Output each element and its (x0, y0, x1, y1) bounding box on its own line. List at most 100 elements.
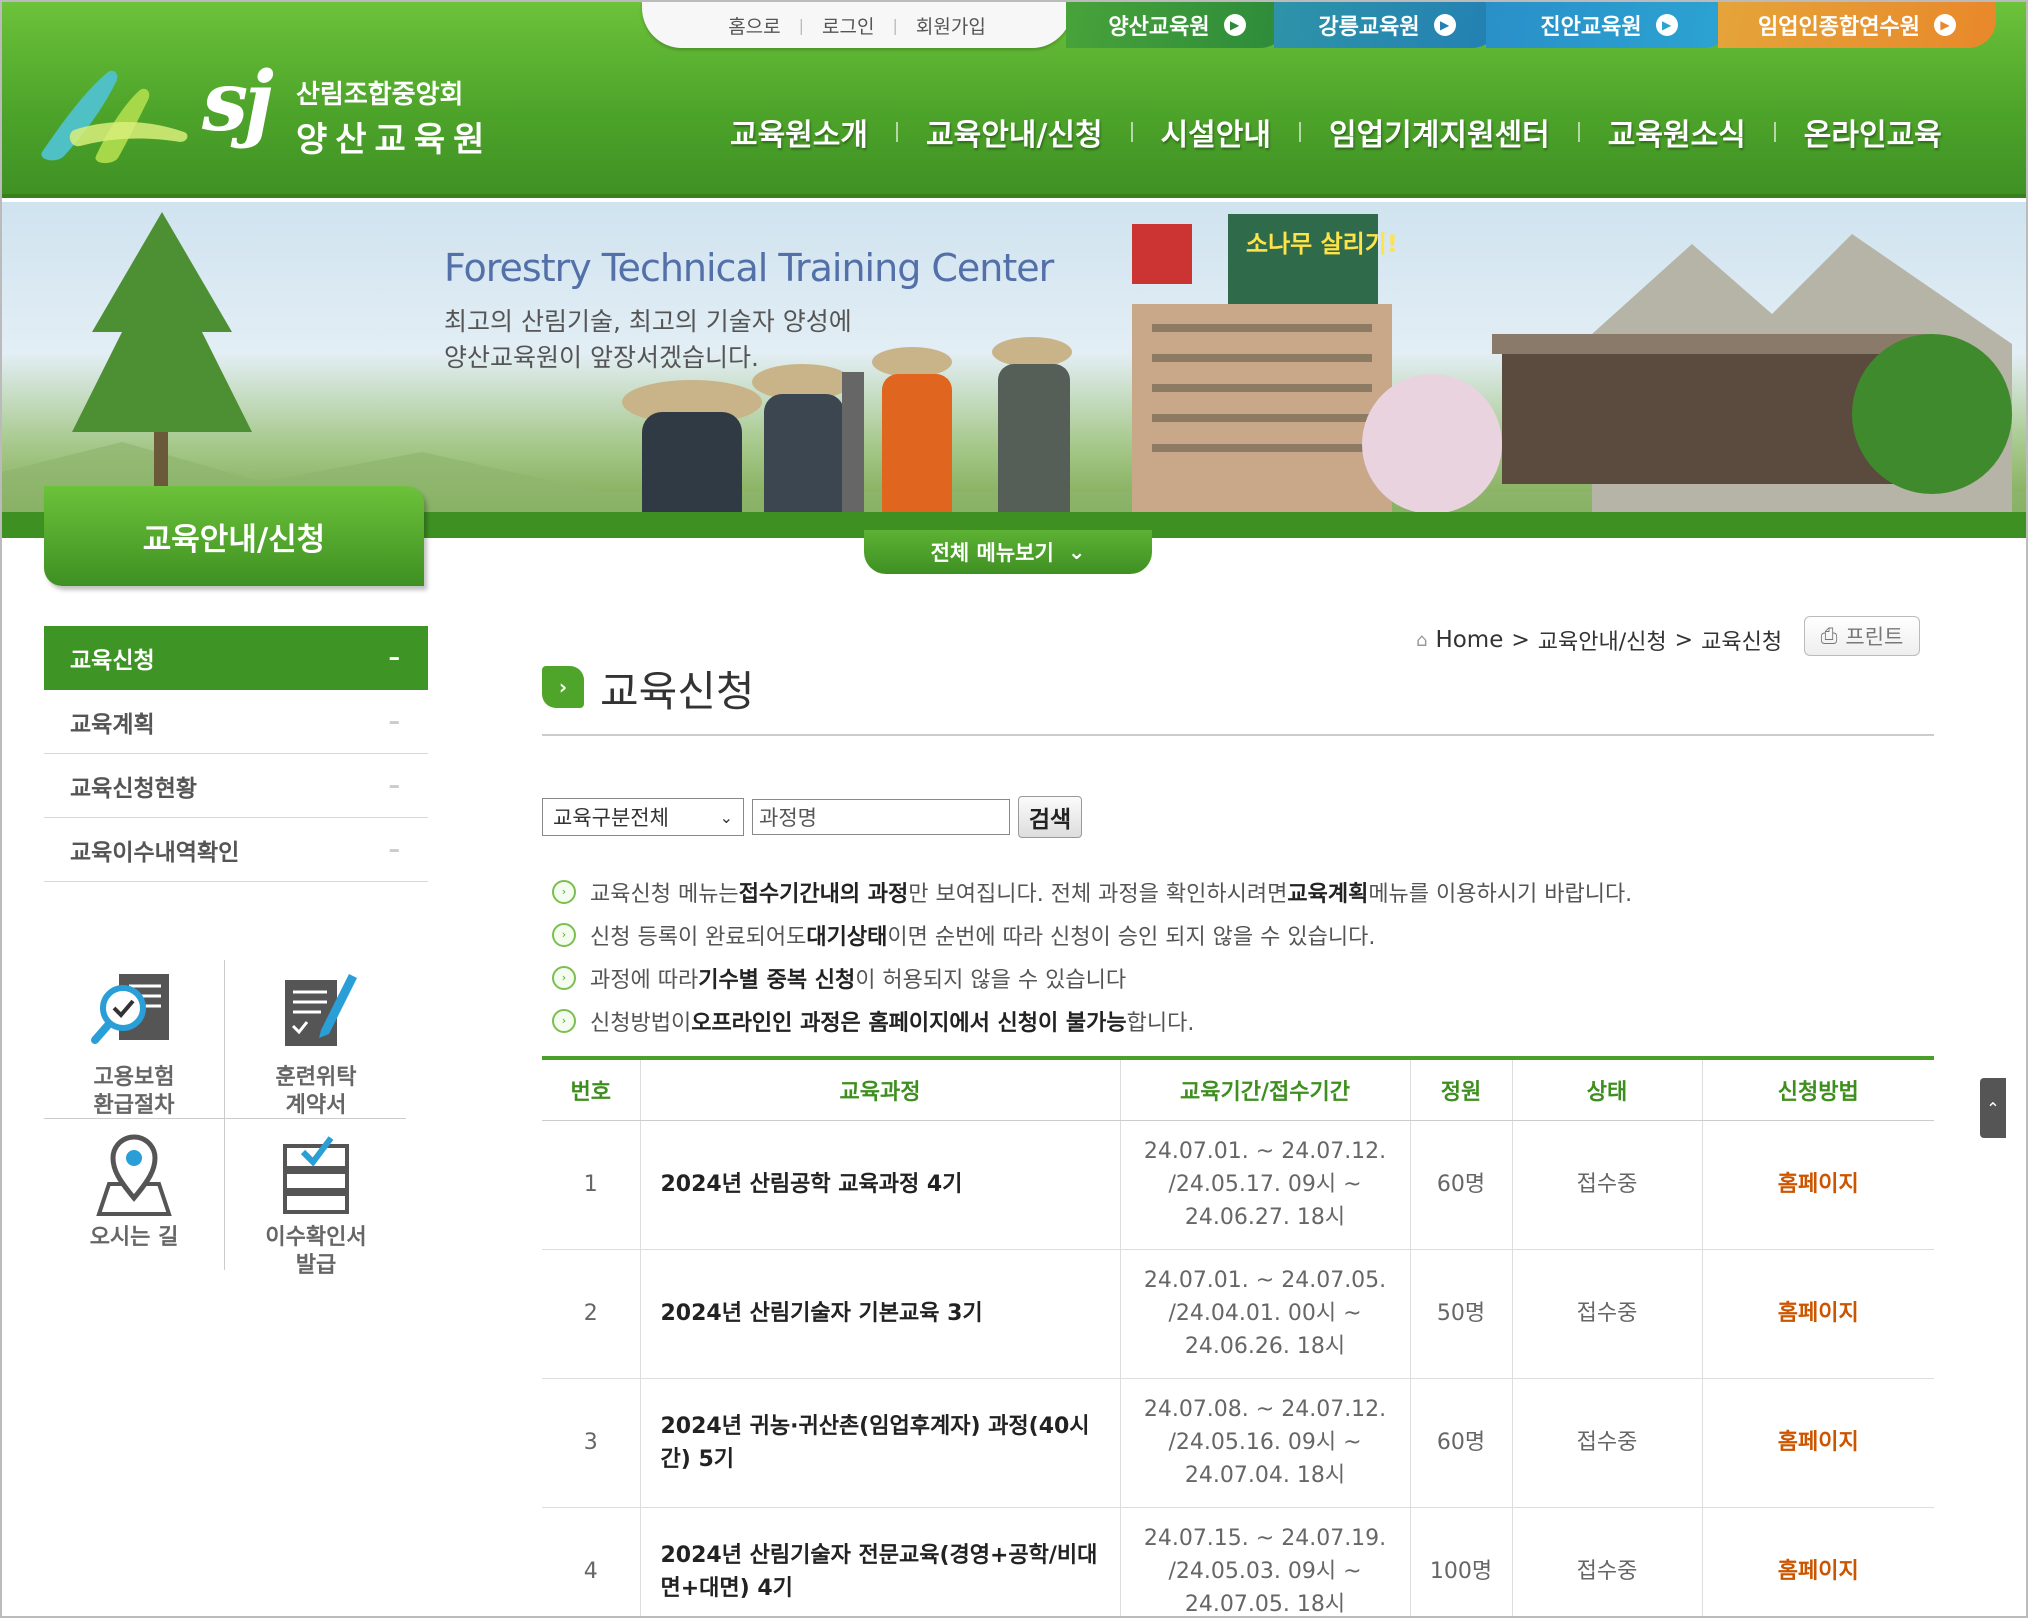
table-row: 2 2024년 산림기술자 기본교육 3기 24.07.01. ~ 24.07.05… (542, 1249, 1934, 1379)
side-menu: 교육신청 – 교육계획 – 교육신청현황 – 교육이수내역확인 – (44, 626, 428, 882)
minus-icon: – (388, 645, 401, 671)
period-line: 24.07.04. 18시 (1184, 1463, 1346, 1488)
period-line: 24.07.05. 18시 (1184, 1592, 1346, 1617)
quick-link-label: 오시는 길 (89, 1225, 179, 1250)
cell-capacity: 60명 (1409, 1120, 1512, 1250)
print-button[interactable]: ⎙ 프린트 (1804, 616, 1920, 656)
search-form: 교육구분전체 ⌄ 과정명 검색 (542, 796, 1082, 838)
cell-method-link[interactable]: 홈페이지 (1701, 1120, 1934, 1250)
period-line: /24.05.16. 09시 ~ (1168, 1430, 1362, 1455)
site-tab-yangsan[interactable]: 양산교육원 ▶ (1066, 2, 1288, 48)
cell-capacity: 100명 (1409, 1507, 1512, 1616)
cell-method-link[interactable]: 홈페이지 (1701, 1249, 1934, 1379)
table-row: 4 2024년 산림기술자 전문교육(경영+공학/비대면+대면) 4기 24.07.… (542, 1507, 1934, 1617)
nav-item-education[interactable]: 교육안내/신청 (898, 110, 1131, 154)
notice-item: › 과정에 따라 기수별 중복 신청 이 허용되지 않을 수 있습니다 (552, 956, 1632, 999)
site-tab-jinan[interactable]: 진안교육원 ▶ (1486, 2, 1732, 48)
course-name-input[interactable]: 과정명 (752, 799, 1010, 835)
quick-link-label: 계약서 (285, 1093, 347, 1118)
column-header-course: 교육과정 (639, 1058, 1120, 1121)
nav-item-online[interactable]: 온라인교육 (1776, 110, 1970, 154)
period-line: 24.07.01. ~ 24.07.05. (1143, 1268, 1387, 1293)
column-header-capacity: 정원 (1409, 1058, 1512, 1121)
notice-text: 이면 순번에 따라 신청이 승인 되지 않을 수 있습니다. (887, 924, 1376, 950)
breadcrumb-separator: > (1674, 627, 1694, 653)
quick-link-directions[interactable]: 오시는 길 (44, 1128, 224, 1288)
util-link-login[interactable]: 로그인 (822, 12, 874, 39)
cell-no: 3 (542, 1378, 640, 1508)
breadcrumb-level1[interactable]: 교육안내/신청 (1538, 624, 1667, 656)
side-menu-label: 교육신청 (70, 648, 155, 674)
arrow-right-icon: ▶ (1933, 14, 1956, 36)
period-line: /24.05.17. 09시 ~ (1168, 1172, 1362, 1197)
cell-no: 4 (542, 1507, 640, 1616)
quick-link-training-contract[interactable]: 훈련위탁 계약서 (226, 968, 406, 1128)
period-line: 24.06.27. 18시 (1184, 1205, 1346, 1230)
logo-sj: sj (202, 54, 274, 150)
cell-no: 1 (542, 1120, 640, 1250)
cell-course: 2024년 귀농·귀산촌(임업후계자) 과정(40시간) 5기 (639, 1378, 1120, 1508)
nav-item-news[interactable]: 교육원소식 (1580, 110, 1774, 154)
logo-org-name: 산림조합중앙회 (296, 80, 464, 110)
quick-link-label: 환급절차 (93, 1093, 175, 1118)
side-menu-item-completion[interactable]: 교육이수내역확인 – (44, 818, 428, 882)
search-button[interactable]: 검색 (1018, 796, 1082, 838)
quick-link-label: 발급 (295, 1253, 337, 1278)
section-title: 교육안내/신청 (44, 486, 424, 586)
cell-status: 접수중 (1511, 1378, 1702, 1508)
quick-link-label: 고용보험 (93, 1065, 175, 1090)
home-icon: ⌂ (1416, 629, 1428, 651)
category-select[interactable]: 교육구분전체 ⌄ (542, 798, 744, 836)
notice-text: 합니다. (1126, 1010, 1195, 1036)
side-menu-item-apply[interactable]: 교육신청 – (44, 626, 428, 690)
nav-item-facilities[interactable]: 시설안내 (1133, 110, 1299, 154)
side-menu-item-status[interactable]: 교육신청현황 – (44, 754, 428, 818)
magnifier-check-icon (91, 974, 169, 1044)
site-tab-label: 진안교육원 (1540, 15, 1642, 40)
period-line: /24.05.03. 09시 ~ (1168, 1559, 1362, 1584)
site-tab-gangneung[interactable]: 강릉교육원 ▶ (1274, 2, 1500, 48)
column-header-method: 신청방법 (1701, 1058, 1934, 1121)
site-header: 홈으로 | 로그인 | 회원가입 양산교육원 ▶ 강릉교육원 ▶ 진안교육원 ▶… (2, 2, 2026, 198)
cell-period: 24.07.08. ~ 24.07.12. /24.05.16. 09시 ~ 24.… (1119, 1378, 1410, 1508)
column-header-status: 상태 (1511, 1058, 1702, 1121)
utility-bar: 홈으로 | 로그인 | 회원가입 (642, 2, 1072, 48)
notice-emphasis: 접수기간내의 과정 (738, 881, 909, 907)
breadcrumb-separator: > (1511, 627, 1530, 653)
breadcrumb-current: 교육신청 (1701, 630, 1783, 655)
nav-item-about[interactable]: 교육원소개 (702, 110, 896, 154)
divider (224, 960, 225, 1270)
quick-link-certificate[interactable]: 이수확인서발급 (226, 1128, 406, 1288)
site-logo[interactable]: sj 산림조합중앙회 양산교육원 (34, 52, 504, 172)
logo-mark-icon (41, 70, 188, 164)
breadcrumb-home[interactable]: Home (1435, 627, 1503, 653)
scroll-to-top-button[interactable]: ⌃ (1980, 1078, 2006, 1138)
minus-icon: – (388, 772, 401, 799)
notice-item: › 신청방법이 오프라인인 과정은 홈페이지에서 신청이 불가능 합니다. (552, 999, 1632, 1042)
table-row: 1 2024년 산림공학 교육과정 4기 24.07.01. ~ 24.07.12.… (542, 1120, 1934, 1250)
site-tab-training-center[interactable]: 임업인종합연수원 ▶ (1718, 2, 1996, 48)
util-link-join[interactable]: 회원가입 (916, 12, 986, 39)
breadcrumb: ⌂ Home > 교육안내/신청 > 교육신청 (1416, 624, 1782, 656)
notice-emphasis: 교육계획 (1287, 881, 1369, 907)
cell-method-link[interactable]: 홈페이지 (1701, 1378, 1934, 1508)
table-row: 3 2024년 귀농·귀산촌(임업후계자) 과정(40시간) 5기 24.07.08… (542, 1378, 1934, 1508)
bullet-arrow-icon: › (552, 879, 576, 904)
all-menu-button[interactable]: 전체 메뉴보기 ⌄ (864, 530, 1152, 574)
notice-text: 과정에 따라 (590, 967, 699, 993)
quick-link-insurance-refund[interactable]: 고용보험환급절차 (44, 968, 224, 1128)
side-menu-item-plan[interactable]: 교육계획 – (44, 690, 428, 754)
cell-no: 2 (542, 1249, 640, 1379)
notice-emphasis: 대기상태 (806, 924, 888, 950)
cell-method-link[interactable]: 홈페이지 (1701, 1507, 1934, 1616)
nav-item-machinery-center[interactable]: 임업기계지원센터 (1301, 110, 1578, 154)
page: 홈으로 | 로그인 | 회원가입 양산교육원 ▶ 강릉교육원 ▶ 진안교육원 ▶… (0, 0, 2028, 1618)
cell-course: 2024년 산림기술자 기본교육 3기 (639, 1249, 1120, 1379)
quick-link-label: 이수확인서 (265, 1225, 367, 1250)
title-divider (542, 734, 1934, 736)
logo-site-name: 양산교육원 (296, 120, 493, 160)
util-link-home[interactable]: 홈으로 (728, 12, 780, 39)
chevron-down-icon: ⌄ (1067, 540, 1086, 564)
notice-text: 이 허용되지 않을 수 있습니다 (855, 967, 1127, 993)
period-line: 24.07.08. ~ 24.07.12. (1143, 1397, 1387, 1422)
